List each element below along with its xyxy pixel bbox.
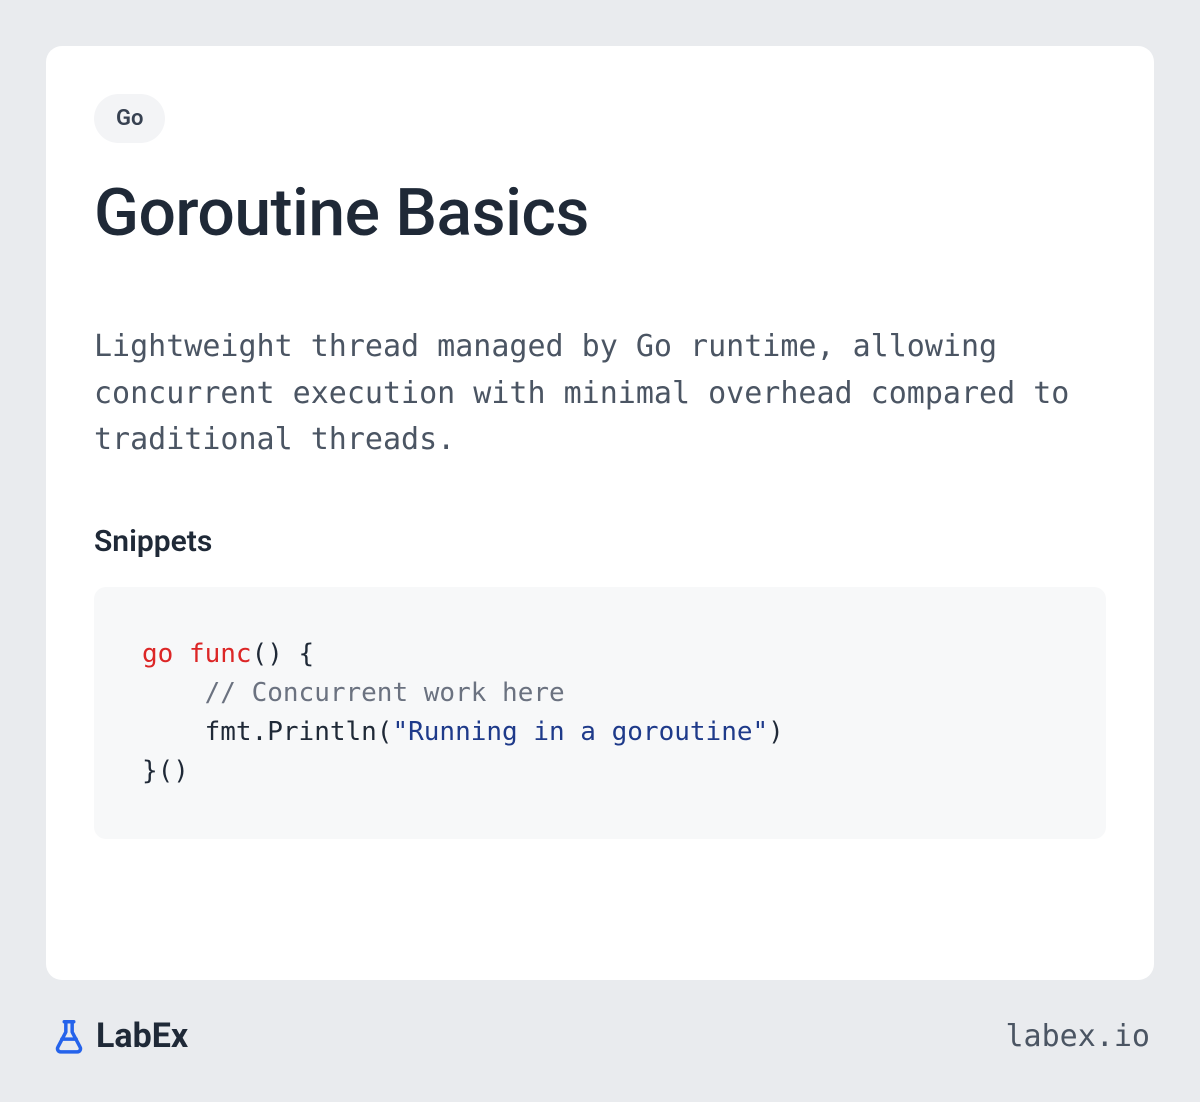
code-text: () { [252, 639, 315, 669]
snippets-heading: Snippets [94, 524, 1106, 559]
language-badge: Go [94, 94, 165, 143]
brand-logo: LabEx [50, 1016, 188, 1056]
code-comment: // Concurrent work here [205, 678, 565, 708]
code-text: fmt.Println( [205, 717, 393, 747]
code-keyword: go [142, 639, 173, 669]
code-snippet: go func() { // Concurrent work here fmt.… [94, 587, 1106, 839]
code-keyword: func [189, 639, 252, 669]
page-title: Goroutine Basics [94, 175, 1106, 252]
code-string: "Running in a goroutine" [392, 717, 768, 747]
code-text: ) [768, 717, 784, 747]
content-card: Go Goroutine Basics Lightweight thread m… [46, 46, 1154, 980]
flask-icon [50, 1017, 88, 1055]
footer: LabEx labex.io [46, 1016, 1154, 1056]
brand-url: labex.io [1006, 1019, 1151, 1054]
description-text: Lightweight thread managed by Go runtime… [94, 324, 1106, 464]
code-text: }() [142, 756, 189, 786]
brand-name: LabEx [96, 1016, 188, 1056]
